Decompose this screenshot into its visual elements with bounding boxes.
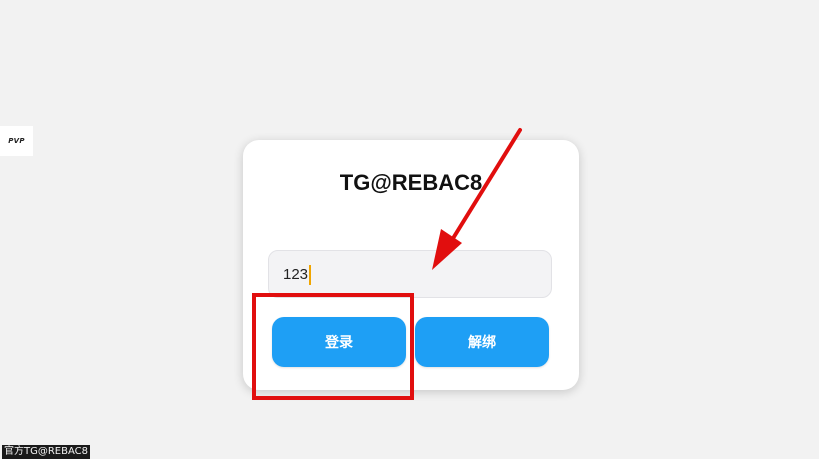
side-logo: PVP (0, 126, 33, 156)
card-title: TG@REBAC8 (339, 170, 483, 195)
key-input-container[interactable] (268, 250, 552, 298)
unbind-button[interactable]: 解绑 (415, 317, 549, 367)
login-button[interactable]: 登录 (272, 317, 406, 367)
footer-tag: 官方TG@REBAC8 (2, 445, 90, 459)
side-logo-text: PVP (8, 137, 25, 145)
key-input[interactable] (269, 251, 551, 297)
screen: PVP TG@REBAC8 登录 解绑 官方TG@REBAC8 (0, 0, 819, 459)
login-card: TG@REBAC8 登录 解绑 (243, 140, 579, 390)
text-caret (309, 265, 311, 285)
